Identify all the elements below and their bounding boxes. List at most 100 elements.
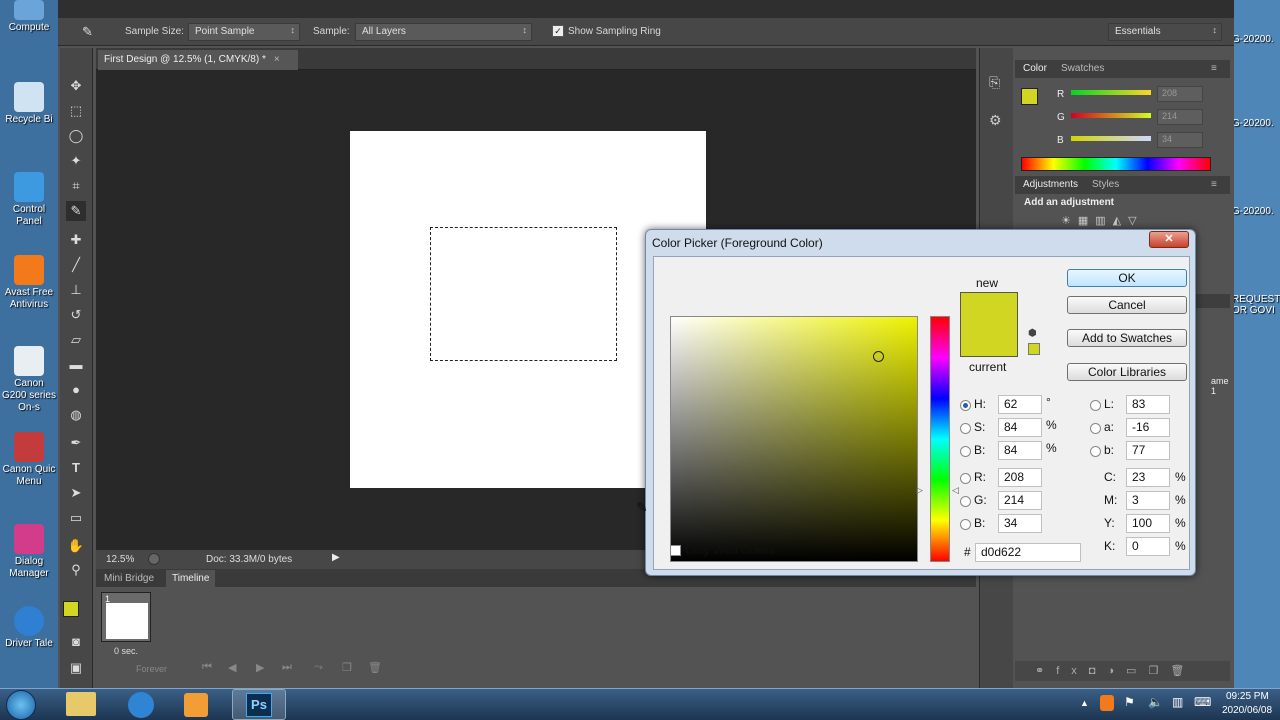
foreground-color-swatch[interactable] bbox=[63, 601, 79, 617]
blur-tool-icon[interactable]: ● bbox=[66, 380, 86, 400]
yellow-field[interactable]: 100 bbox=[1126, 514, 1170, 533]
out-of-gamut-cube-icon[interactable]: ⬢ bbox=[1028, 328, 1037, 339]
loop-select[interactable]: Forever bbox=[136, 664, 167, 674]
add-to-swatches-button[interactable]: Add to Swatches bbox=[1067, 329, 1187, 347]
volume-icon[interactable]: 🔈 bbox=[1148, 695, 1163, 709]
blue-radio[interactable] bbox=[960, 519, 971, 530]
new-frame-icon[interactable]: ❐ bbox=[342, 661, 352, 674]
g-channel-value[interactable]: 214 bbox=[1157, 109, 1203, 125]
web-safe-color-swatch[interactable] bbox=[1028, 343, 1040, 355]
language-icon[interactable]: ⌨ bbox=[1194, 695, 1211, 709]
hand-tool-icon[interactable]: ✋ bbox=[66, 536, 86, 556]
gradient-tool-icon[interactable]: ▬ bbox=[66, 355, 86, 375]
internet-explorer-icon[interactable] bbox=[128, 692, 154, 718]
status-menu-arrow-icon[interactable]: ▶ bbox=[332, 552, 340, 563]
clock-date[interactable]: 2020/06/08 bbox=[1222, 705, 1272, 716]
hex-field[interactable]: d0d622 bbox=[975, 543, 1081, 562]
desktop-icon-computer[interactable]: Compute bbox=[2, 0, 56, 34]
dodge-tool-icon[interactable]: ◍ bbox=[66, 405, 86, 425]
desktop-icon-canon-quick-menu[interactable]: Canon Quic Menu bbox=[2, 432, 56, 488]
red-radio[interactable] bbox=[960, 473, 971, 484]
tab-swatches[interactable]: Swatches bbox=[1061, 63, 1104, 74]
clock-time[interactable]: 09:25 PM bbox=[1226, 691, 1269, 702]
clone-stamp-tool-icon[interactable]: ⊥ bbox=[66, 280, 86, 300]
hue-slider-right-arrow-icon[interactable]: ◁ bbox=[952, 485, 959, 496]
color-libraries-button[interactable]: Color Libraries bbox=[1067, 363, 1187, 381]
avast-tray-icon[interactable] bbox=[1100, 695, 1114, 711]
hue-radio[interactable] bbox=[960, 400, 971, 411]
crop-tool-icon[interactable]: ⌗ bbox=[66, 176, 86, 196]
desktop-icon-avast[interactable]: Avast Free Antivirus bbox=[2, 255, 56, 311]
network-icon[interactable]: ▥ bbox=[1172, 695, 1183, 709]
tab-adjustments[interactable]: Adjustments bbox=[1023, 179, 1078, 190]
a-channel-field[interactable]: -16 bbox=[1126, 418, 1170, 437]
quick-mask-icon[interactable]: ◙ bbox=[66, 632, 86, 652]
desktop-file-2[interactable]: G-20200. bbox=[1232, 118, 1280, 129]
current-color-swatch[interactable] bbox=[960, 324, 1018, 357]
windows-explorer-icon[interactable] bbox=[66, 692, 96, 716]
history-panel-icon[interactable]: ⎘ bbox=[989, 74, 1000, 91]
workspace-select[interactable]: Essentials bbox=[1108, 23, 1222, 41]
cancel-button[interactable]: Cancel bbox=[1067, 296, 1187, 314]
brightness-field[interactable]: 84 bbox=[998, 441, 1042, 460]
eraser-tool-icon[interactable]: ▱ bbox=[66, 330, 86, 350]
media-player-icon[interactable] bbox=[184, 693, 208, 717]
show-hidden-icons-icon[interactable]: ▲ bbox=[1080, 698, 1089, 708]
first-frame-icon[interactable]: ⏮ bbox=[202, 661, 212, 674]
b-lab-field[interactable]: 77 bbox=[1126, 441, 1170, 460]
healing-brush-tool-icon[interactable]: ✚ bbox=[66, 230, 86, 250]
color-field-cursor[interactable] bbox=[873, 351, 884, 362]
color-ramp[interactable] bbox=[1021, 157, 1211, 171]
saturation-field[interactable]: 84 bbox=[998, 418, 1042, 437]
history-brush-tool-icon[interactable]: ↺ bbox=[66, 305, 86, 325]
path-selection-tool-icon[interactable]: ➤ bbox=[66, 483, 86, 503]
type-tool-icon[interactable]: T bbox=[66, 458, 86, 478]
adjustments-menu-icon[interactable]: ≡ bbox=[1211, 179, 1217, 190]
show-sampling-ring-checkbox[interactable]: ✓ bbox=[552, 25, 564, 37]
desktop-icon-dialog-manager[interactable]: Dialog Manager bbox=[2, 524, 56, 580]
desktop-icon-canon[interactable]: Canon G200 series On-s bbox=[2, 346, 56, 414]
lightness-field[interactable]: 83 bbox=[1126, 395, 1170, 414]
magenta-field[interactable]: 3 bbox=[1126, 491, 1170, 510]
lasso-tool-icon[interactable]: ◯ bbox=[66, 126, 86, 146]
desktop-icon-control-panel[interactable]: Control Panel bbox=[2, 172, 56, 228]
color-field[interactable] bbox=[670, 316, 918, 562]
desktop-icon-driver-talent[interactable]: Driver Tale bbox=[2, 606, 56, 650]
next-frame-icon[interactable]: ⏭ bbox=[282, 661, 292, 674]
brush-tool-icon[interactable]: ╱ bbox=[66, 255, 86, 275]
sample-select[interactable]: All Layers bbox=[355, 23, 532, 41]
zoom-tool-icon[interactable]: ⚲ bbox=[66, 560, 86, 580]
layers-action-icons[interactable]: ⚭fx◘◑▭❐🗑 bbox=[1035, 664, 1196, 677]
r-channel-slider[interactable] bbox=[1071, 90, 1151, 95]
blue-field[interactable]: 34 bbox=[998, 514, 1042, 533]
eyedropper-tool-icon[interactable]: ✎ bbox=[82, 24, 93, 40]
green-field[interactable]: 214 bbox=[998, 491, 1042, 510]
tab-timeline[interactable]: Timeline bbox=[166, 570, 216, 587]
rectangle-tool-icon[interactable]: ▭ bbox=[66, 508, 86, 528]
action-center-icon[interactable]: ⚑ bbox=[1124, 695, 1135, 709]
tween-icon[interactable]: ⤳ bbox=[314, 661, 323, 674]
previous-frame-icon[interactable]: ◀ bbox=[228, 661, 236, 674]
properties-panel-icon[interactable]: ⚙ bbox=[989, 112, 1002, 129]
adjustment-icons[interactable]: ☀▦▥◭▽ bbox=[1061, 214, 1144, 227]
b-channel-value[interactable]: 34 bbox=[1157, 132, 1203, 148]
eyedropper-tool-icon[interactable]: ✎ bbox=[66, 201, 86, 221]
red-field[interactable]: 208 bbox=[998, 468, 1042, 487]
green-radio[interactable] bbox=[960, 496, 971, 507]
b-channel-radio[interactable] bbox=[1090, 446, 1101, 457]
move-tool-icon[interactable]: ✥ bbox=[66, 76, 86, 96]
black-field[interactable]: 0 bbox=[1126, 537, 1170, 556]
play-icon[interactable]: ▶ bbox=[256, 661, 264, 674]
panel-menu-icon[interactable]: ≡ bbox=[1211, 63, 1217, 74]
g-channel-slider[interactable] bbox=[1071, 113, 1151, 118]
pen-tool-icon[interactable]: ✒ bbox=[66, 433, 86, 453]
b-channel-slider[interactable] bbox=[1071, 136, 1151, 141]
screen-mode-icon[interactable]: ▣ bbox=[66, 658, 86, 678]
hue-slider[interactable] bbox=[930, 316, 950, 562]
saturation-radio[interactable] bbox=[960, 423, 971, 434]
panel-foreground-swatch[interactable] bbox=[1021, 88, 1038, 105]
document-tab[interactable]: First Design @ 12.5% (1, CMYK/8) * × bbox=[98, 50, 298, 70]
r-channel-value[interactable]: 208 bbox=[1157, 86, 1203, 102]
tab-styles[interactable]: Styles bbox=[1092, 179, 1119, 190]
frame-thumbnail[interactable]: 1 bbox=[101, 592, 151, 642]
